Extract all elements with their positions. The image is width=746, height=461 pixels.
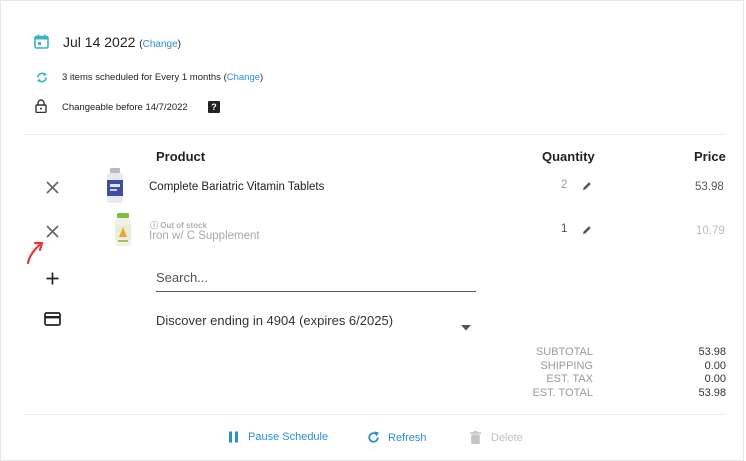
est-total-label: EST. TOTAL: [532, 386, 593, 399]
refresh-icon: [368, 431, 379, 443]
schedule-date: Jul 14 2022: [63, 34, 136, 50]
subtotal-label: SUBTOTAL: [535, 346, 593, 358]
info-icon: ⓘ: [150, 221, 158, 230]
subtotal-value: 53.98: [698, 346, 726, 358]
help-icon[interactable]: ?: [208, 101, 220, 113]
search-field: [156, 269, 476, 292]
summary-labels: SUBTOTAL SHIPPING EST. TAX EST. TOTAL: [473, 346, 593, 400]
est-tax-value: 0.00: [704, 373, 726, 385]
dropdown-arrow-icon: [461, 318, 471, 336]
items-scheduled-row: 3 items scheduled for Every 1 months (Ch…: [62, 72, 263, 83]
product-image-vitamin: [105, 168, 125, 209]
refresh-label: Refresh: [388, 431, 427, 444]
paren-close: ): [177, 39, 182, 50]
red-arrow-annotation: [25, 239, 47, 270]
product-image-iron: [113, 213, 133, 252]
delete-label: Delete: [491, 431, 523, 444]
refresh-button[interactable]: Refresh: [367, 431, 427, 444]
product-name: Iron w/ C Supplement: [149, 230, 260, 242]
schedule-date-row: Jul 14 2022 (Change): [63, 34, 181, 50]
edit-quantity-button[interactable]: [582, 178, 592, 196]
sync-icon: [36, 71, 48, 89]
subscription-card: Jul 14 2022 (Change) 3 items scheduled f…: [0, 0, 744, 461]
payment-selected-value: Discover ending in 4904 (expires 6/2025): [156, 313, 394, 328]
est-total-value: 53.98: [698, 386, 726, 399]
date-change-wrapper: (Change): [139, 39, 181, 50]
paren-close-2: ): [260, 72, 264, 83]
divider-top: [23, 134, 725, 135]
close-icon: [46, 181, 59, 194]
header-quantity: Quantity: [542, 149, 595, 164]
shipping-value: 0.00: [704, 359, 726, 372]
est-tax-label: EST. TAX: [546, 373, 593, 385]
price-value: 53.98: [695, 181, 724, 193]
out-of-stock-text: Out of stock: [160, 221, 207, 230]
items-scheduled-text: 3 items scheduled for Every 1 months: [62, 72, 221, 83]
lock-icon: [35, 99, 47, 118]
changeable-text: Changeable before 14/7/2022: [62, 102, 188, 113]
header-product: Product: [156, 149, 206, 164]
shipping-label: SHIPPING: [540, 359, 593, 372]
quantity-value: 2: [561, 179, 568, 191]
remove-item-button[interactable]: [46, 181, 59, 199]
delete-button[interactable]: Delete: [470, 431, 523, 444]
close-icon: [46, 225, 59, 238]
edit-quantity-button[interactable]: [582, 222, 592, 240]
change-frequency-link[interactable]: Change: [227, 72, 260, 83]
pause-schedule-label: Pause Schedule: [248, 431, 329, 443]
search-input[interactable]: [156, 270, 476, 285]
credit-card-icon: [44, 312, 61, 331]
add-item-icon[interactable]: [46, 272, 59, 290]
change-date-link[interactable]: Change: [143, 39, 178, 50]
quantity-value: 1: [561, 223, 568, 235]
payment-select[interactable]: Discover ending in 4904 (expires 6/2025): [156, 312, 478, 332]
help-glyph: ?: [211, 102, 217, 112]
price-value: 10.79: [696, 225, 725, 237]
divider-bottom: [23, 414, 725, 415]
trash-icon: [470, 431, 481, 444]
product-name: Complete Bariatric Vitamin Tablets: [149, 181, 325, 193]
pencil-icon: [583, 226, 591, 234]
summary-values: 53.98 0.00 0.00 53.98: [666, 346, 726, 400]
pause-schedule-button[interactable]: Pause Schedule: [228, 431, 328, 443]
calendar-icon: [34, 34, 49, 54]
pause-icon: [229, 431, 238, 443]
pencil-icon: [583, 182, 591, 190]
header-price: Price: [694, 149, 726, 164]
remove-item-button[interactable]: [46, 225, 59, 243]
